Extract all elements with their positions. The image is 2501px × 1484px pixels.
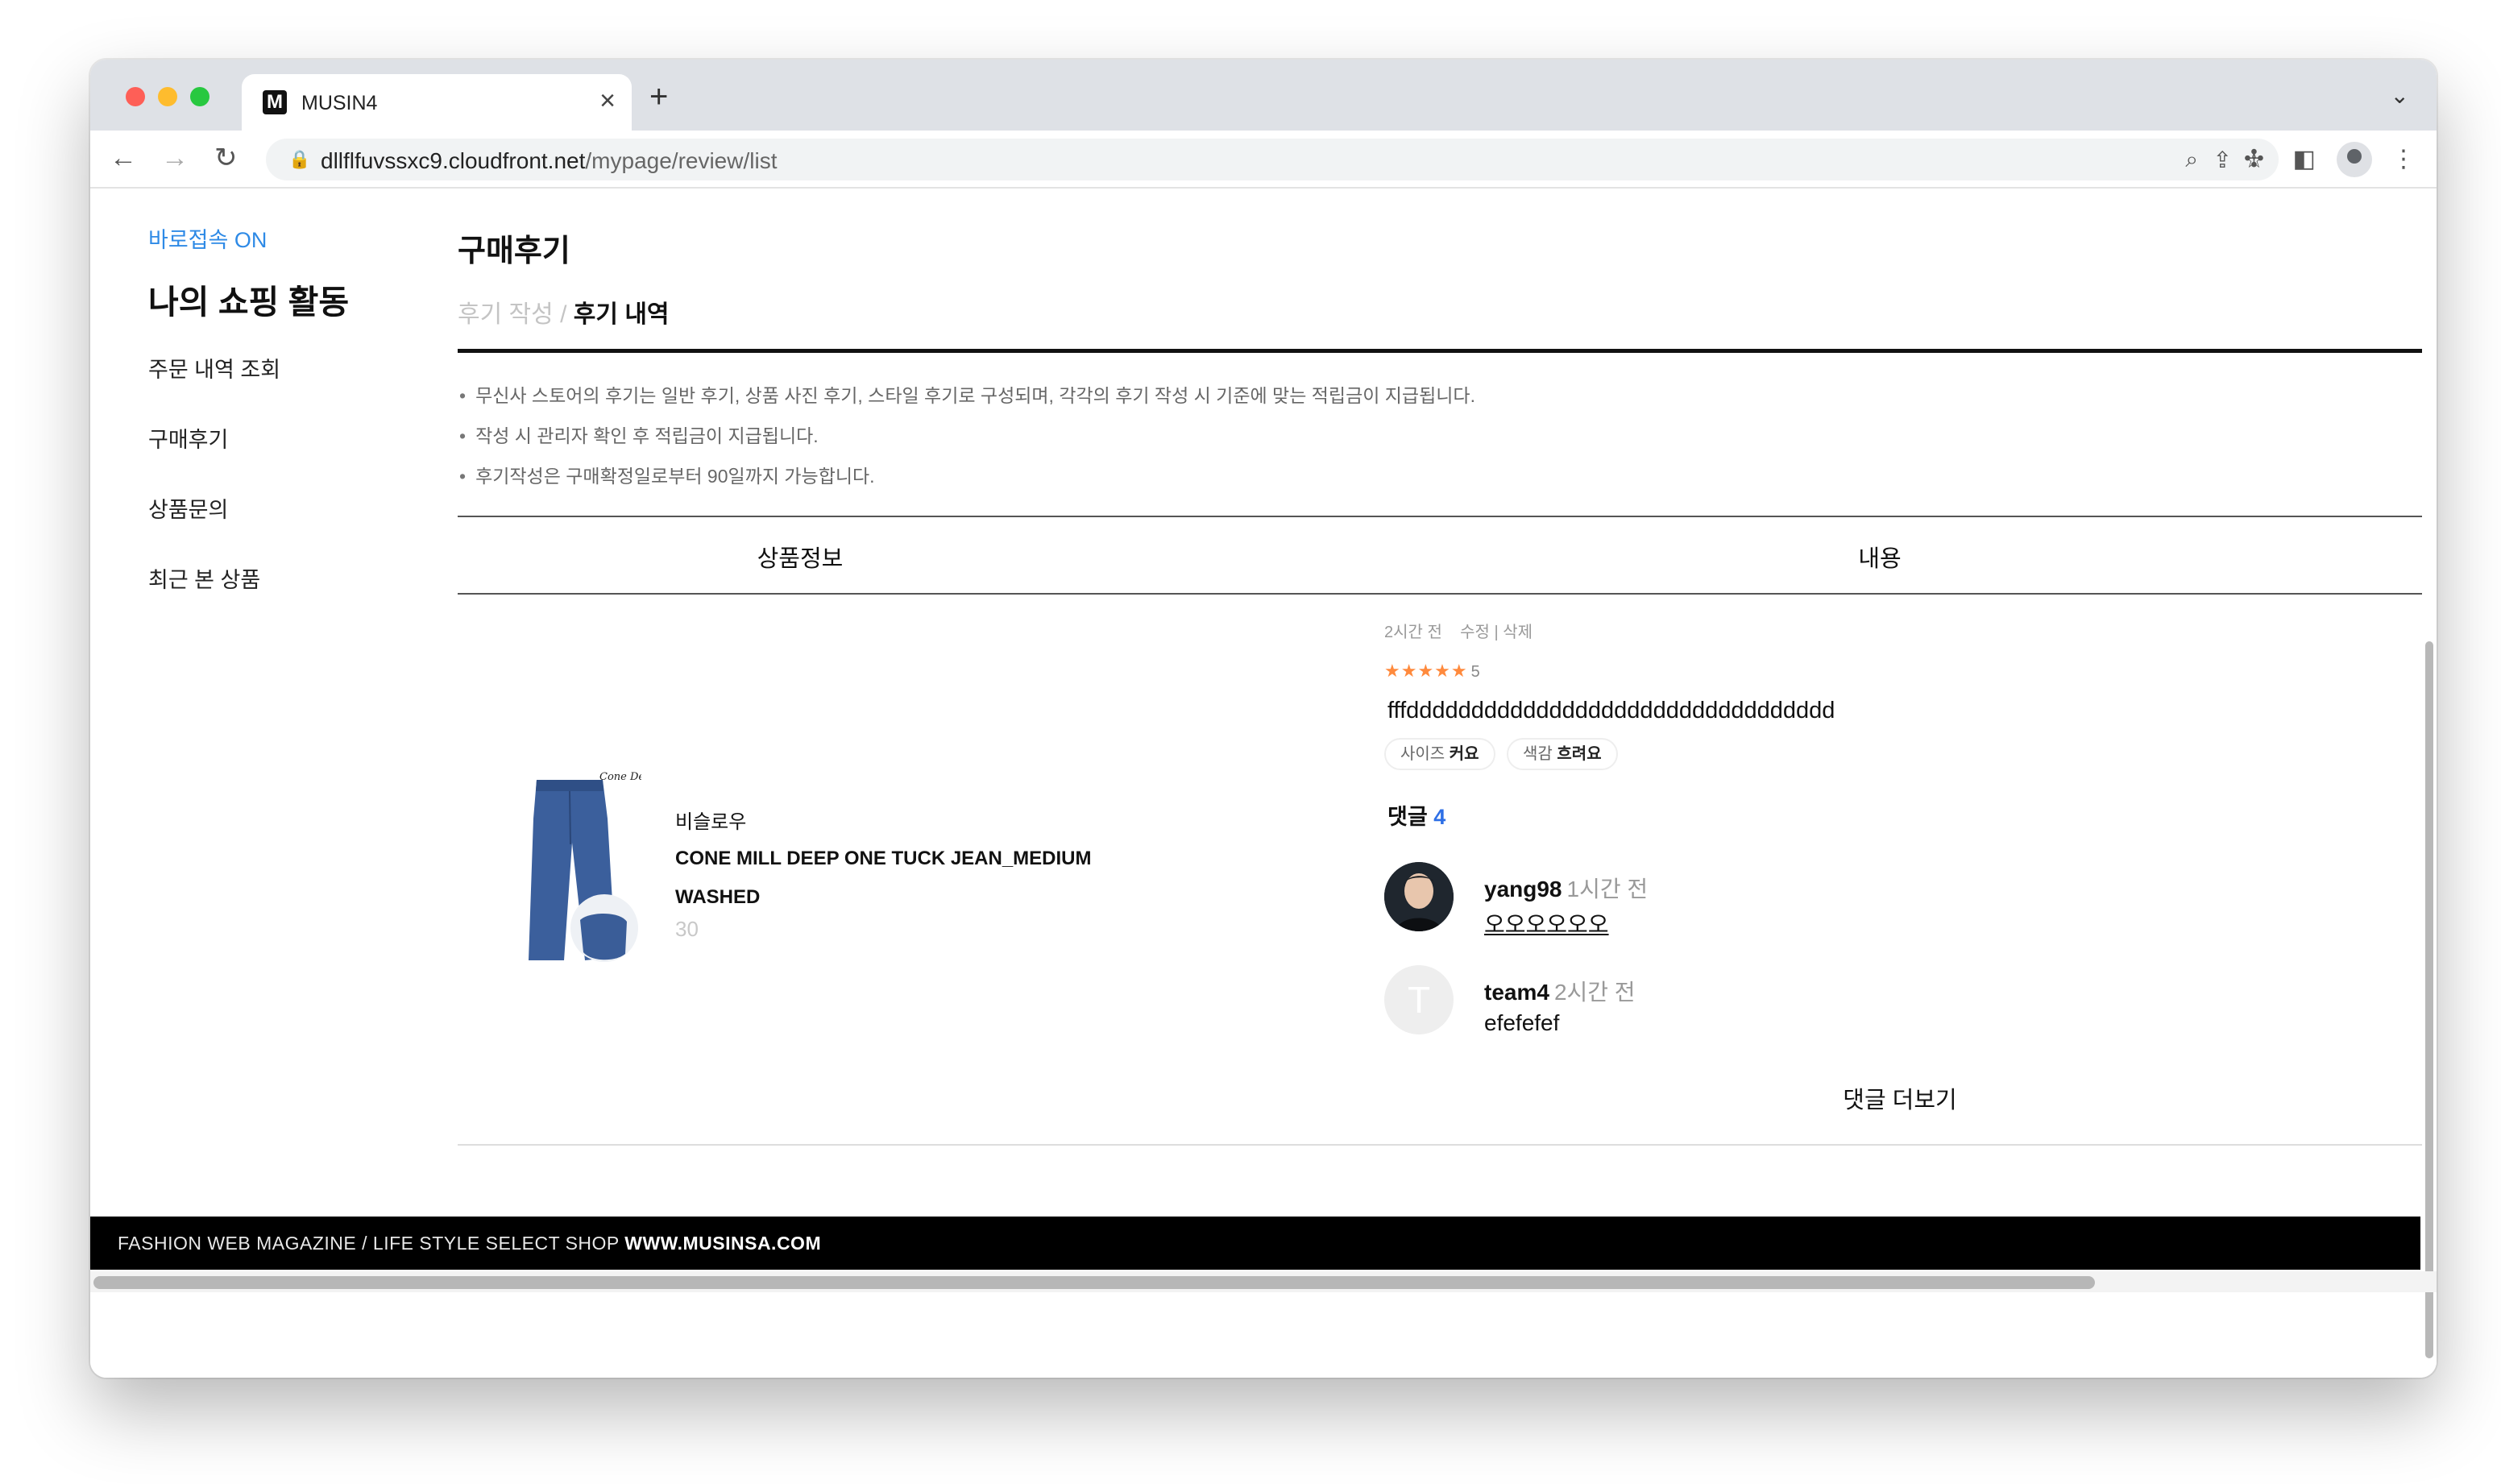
table-header: 상품정보 내용 — [458, 517, 2422, 595]
review-meta: 2시간 전 수정 | 삭제 — [1384, 619, 1533, 642]
comment-item: yang98 1시간 전 오오오오오오 — [1384, 862, 2109, 937]
breadcrumb: 후기 작성 / 후기 내역 — [458, 294, 2422, 330]
footer-site-link[interactable]: WWW.MUSINSA.COM — [624, 1233, 821, 1254]
footer-text: FASHION WEB MAGAZINE / LIFE STYLE SELECT… — [118, 1233, 821, 1254]
zoom-icon[interactable]: ⌕ — [2185, 147, 2198, 173]
column-header-product: 상품정보 — [757, 546, 844, 572]
sidebar-title: 나의 쇼핑 활동 — [148, 284, 350, 321]
comment-time: 1시간 전 — [1566, 877, 1649, 902]
comments-label: 댓글 — [1387, 805, 1428, 829]
breadcrumb-review-history[interactable]: 후기 내역 — [574, 301, 670, 328]
profile-avatar-icon[interactable] — [2337, 142, 2372, 177]
browser-window: M MUSIN4 × + ⌄ ← → ↻ 🔒 dllflfuvssxc9.clo… — [90, 60, 2437, 1378]
side-panel-icon[interactable]: ◧ — [2293, 145, 2316, 173]
tag-size: 사이즈 커요 — [1384, 738, 1495, 770]
chevron-down-icon[interactable]: ⌄ — [2391, 82, 2409, 109]
sidebar-item-recent[interactable]: 최근 본 상품 — [148, 562, 471, 594]
comment-author: team4 2시간 전 — [1484, 975, 1636, 1007]
maximize-window-button[interactable] — [190, 87, 209, 106]
quick-access-link[interactable]: 바로접속 ON — [148, 222, 471, 254]
comments-count: 4 — [1433, 805, 1446, 829]
edit-review-link[interactable]: 수정 — [1460, 624, 1490, 641]
notice-item: 후기작성은 구매확정일로부터 90일까지 가능합니다. — [458, 461, 2422, 488]
reload-icon[interactable]: ↻ — [214, 142, 238, 174]
address-bar[interactable]: 🔒 dllflfuvssxc9.cloudfront.net/mypage/re… — [266, 139, 2279, 180]
comment-author: yang98 1시간 전 — [1484, 872, 1648, 904]
product-image[interactable]: Cone Denim — [504, 770, 641, 972]
tab-title: MUSIN4 — [301, 92, 378, 114]
notice-item: 작성 시 관리자 확인 후 적립금이 지급됩니다. — [458, 421, 2422, 448]
comment-item: T team4 2시간 전 efefefef — [1384, 965, 2109, 1038]
sidebar: 바로접속 ON 나의 쇼핑 활동 주문 내역 조회 구매후기 상품문의 최근 본… — [148, 222, 471, 632]
comment-text: efefefef — [1484, 1010, 1560, 1035]
menu-kebab-icon[interactable]: ⋮ — [2391, 145, 2416, 173]
review-row: Cone Denim 비슬로우 CONE MILL DEEP ONE TUCK … — [458, 595, 2422, 1146]
more-comments-button[interactable]: 댓글 더보기 — [1384, 1081, 2416, 1115]
breadcrumb-write-review[interactable]: 후기 작성 — [458, 301, 554, 328]
review-tags: 사이즈 커요 색감 흐려요 — [1384, 738, 1626, 770]
product-brand[interactable]: 비슬로우 — [675, 806, 746, 834]
meta-separator: | — [1494, 624, 1499, 641]
column-header-content: 내용 — [1858, 546, 1902, 572]
product-logo-text: Cone Denim — [599, 771, 641, 783]
avatar — [1384, 862, 1454, 931]
tag-color: 색감 흐려요 — [1507, 738, 1618, 770]
breadcrumb-separator: / — [560, 301, 567, 328]
share-icon[interactable]: ⇪ — [2213, 147, 2232, 173]
comment-time: 2시간 전 — [1553, 980, 1636, 1005]
star-icons: ★★★★★ — [1384, 661, 1468, 681]
comment-text: 오오오오오오 — [1484, 912, 1609, 937]
rating-score: 5 — [1470, 663, 1481, 681]
tag-key: 사이즈 — [1400, 745, 1445, 763]
favicon-icon: M — [263, 90, 287, 114]
extensions-icon[interactable]: ✣ — [2244, 145, 2264, 173]
sidebar-item-reviews[interactable]: 구매후기 — [148, 422, 471, 454]
page-title: 구매후기 — [458, 234, 570, 268]
product-option: 30 — [675, 917, 699, 941]
web-page: 바로접속 ON 나의 쇼핑 활동 주문 내역 조회 구매후기 상품문의 최근 본… — [90, 190, 2437, 1378]
horizontal-scrollbar-track — [90, 1271, 2437, 1292]
close-window-button[interactable] — [126, 87, 145, 106]
star-rating: ★★★★★ 5 — [1384, 661, 1481, 682]
horizontal-scrollbar[interactable] — [93, 1276, 2095, 1289]
product-name[interactable]: CONE MILL DEEP ONE TUCK JEAN_MEDIUM WASH… — [675, 839, 1126, 917]
browser-tab[interactable]: M MUSIN4 × — [242, 74, 632, 131]
comment-username[interactable]: yang98 — [1484, 877, 1562, 902]
footer: FASHION WEB MAGAZINE / LIFE STYLE SELECT… — [90, 1217, 2420, 1270]
url-path: /mypage/review/list — [585, 148, 778, 173]
notice-item: 무신사 스토어의 후기는 일반 후기, 상품 사진 후기, 스타일 후기로 구성… — [458, 380, 2422, 408]
comment-username[interactable]: team4 — [1484, 980, 1549, 1005]
new-tab-icon[interactable]: + — [649, 81, 668, 113]
forward-arrow-icon[interactable]: → — [161, 142, 189, 174]
footer-tagline: FASHION WEB MAGAZINE / LIFE STYLE SELECT… — [118, 1233, 620, 1254]
back-arrow-icon[interactable]: ← — [110, 142, 137, 174]
vertical-scrollbar[interactable] — [2425, 641, 2433, 1358]
sidebar-item-orders[interactable]: 주문 내역 조회 — [148, 352, 471, 383]
close-tab-icon[interactable]: × — [599, 87, 616, 114]
comments-header: 댓글 4 — [1387, 799, 1445, 831]
delete-review-link[interactable]: 삭제 — [1503, 624, 1533, 641]
tag-value: 흐려요 — [1557, 745, 1602, 763]
review-time: 2시간 전 — [1384, 624, 1442, 641]
tag-value: 커요 — [1449, 745, 1479, 763]
tab-strip: M MUSIN4 × + ⌄ — [90, 60, 2437, 131]
browser-toolbar: ← → ↻ 🔒 dllflfuvssxc9.cloudfront.net/myp… — [90, 131, 2437, 189]
sidebar-item-inquiries[interactable]: 상품문의 — [148, 492, 471, 524]
review-text: fffddddddddddddddddddddddddddddddddd — [1387, 698, 1835, 723]
notice-list: 무신사 스토어의 후기는 일반 후기, 상품 사진 후기, 스타일 후기로 구성… — [458, 353, 2422, 517]
minimize-window-button[interactable] — [158, 87, 177, 106]
lock-icon[interactable]: 🔒 — [288, 149, 310, 170]
avatar: T — [1384, 965, 1454, 1034]
tag-key: 색감 — [1523, 745, 1553, 763]
url-text[interactable]: dllflfuvssxc9.cloudfront.net/mypage/revi… — [321, 148, 777, 174]
main-content: 구매후기 후기 작성 / 후기 내역 무신사 스토어의 후기는 일반 후기, 상… — [458, 226, 2422, 1146]
url-host: dllflfuvssxc9.cloudfront.net — [321, 148, 586, 173]
